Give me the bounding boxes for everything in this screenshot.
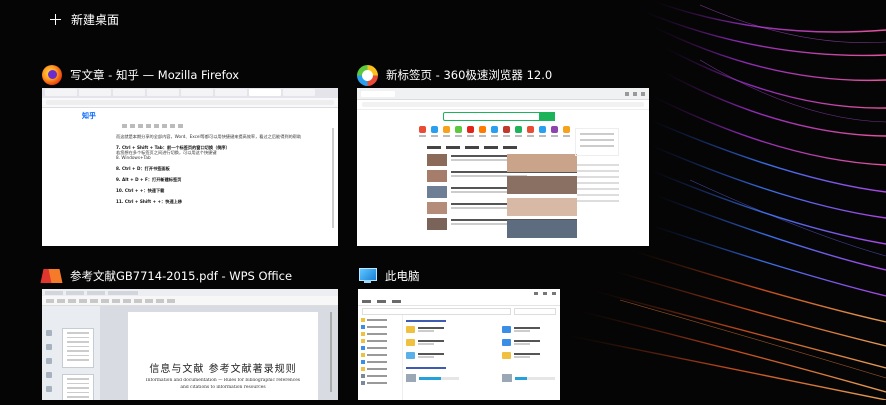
window-preview xyxy=(357,88,649,246)
article-heading-line: 9. Alt + D + F：打开新建标签页 xyxy=(116,177,182,182)
360-browser-icon xyxy=(357,64,378,86)
scrollbar xyxy=(332,128,334,228)
drive-usage-bar xyxy=(515,376,527,380)
article-text-line: 8. Windows+Tab xyxy=(116,155,151,160)
drive-item xyxy=(406,374,486,382)
browser-nav-bar xyxy=(42,98,338,108)
article-heading-line: 11. Ctrl + Shift + +：快速上移 xyxy=(116,199,183,204)
document-english-title-line: and citations to information resources xyxy=(180,385,266,390)
browser-nav-bar xyxy=(357,100,649,110)
news-feed-images xyxy=(507,154,577,242)
window-preview: 信息与文献 参考文献著录规则 Information and documenta… xyxy=(42,289,338,400)
browser-tab-strip xyxy=(42,88,338,98)
new-desktop-button[interactable]: 新建桌面 xyxy=(50,8,119,30)
window-title: 写文章 - 知乎 — Mozilla Firefox xyxy=(70,68,240,82)
this-pc-icon xyxy=(358,268,377,284)
news-feed-tabs xyxy=(427,146,517,149)
section-header-folders xyxy=(406,320,446,322)
window-preview xyxy=(358,289,560,400)
sidebar-tool-icons xyxy=(46,330,54,400)
window-header: 此电脑 xyxy=(358,265,560,287)
side-links xyxy=(577,160,619,206)
window-thumbnail-wps-office[interactable]: 参考文献GB7714-2015.pdf - WPS Office 信息与文献 参… xyxy=(40,265,338,405)
zhihu-header: 知乎 xyxy=(42,108,338,124)
weather-widget xyxy=(575,128,619,156)
article-editor: 而这就是本期分享的全部内容，Word、Excel等都可以用快捷键来提高效率，看过… xyxy=(116,134,314,246)
window-thumbnail-this-pc[interactable]: 此电脑 xyxy=(358,265,560,405)
scrollbar xyxy=(330,312,332,392)
page-thumbnail-panel xyxy=(42,306,100,400)
window-thumbnail-firefox[interactable]: 写文章 - 知乎 — Mozilla Firefox 知乎 而这就是本期分享的全… xyxy=(42,64,338,246)
plus-icon xyxy=(50,13,61,25)
drive-usage-bar xyxy=(419,376,441,380)
document-page: 信息与文献 参考文献著录规则 Information and documenta… xyxy=(128,312,318,400)
firefox-icon xyxy=(42,65,62,85)
document-title: 信息与文献 参考文献著录规则 xyxy=(149,364,297,375)
document-area: 信息与文献 参考文献著录规则 Information and documenta… xyxy=(100,306,338,400)
wps-title-bar xyxy=(42,289,338,296)
wps-toolbar xyxy=(42,296,338,306)
article-text-line: 而这就是本期分享的全部内容，Word、Excel等都可以用快捷键来提高效率，看过… xyxy=(116,134,302,139)
folder-grid xyxy=(406,326,560,359)
window-preview: 知乎 而这就是本期分享的全部内容，Word、Excel等都可以用快捷键来提高效率… xyxy=(42,88,338,246)
explorer-ribbon xyxy=(358,297,560,306)
site-shortcuts xyxy=(419,126,570,133)
zhihu-logo: 知乎 xyxy=(82,112,96,120)
window-title: 参考文献GB7714-2015.pdf - WPS Office xyxy=(70,269,293,283)
explorer-content xyxy=(406,317,560,400)
editor-toolbar xyxy=(122,124,298,130)
article-heading-line: 10. Ctrl + +：快速下载 xyxy=(116,188,165,193)
window-thumbnail-360-browser[interactable]: 新标签页 - 360极速浏览器 12.0 xyxy=(357,64,649,246)
window-title: 此电脑 xyxy=(385,269,420,283)
drive-list xyxy=(406,374,560,382)
window-header: 写文章 - 知乎 — Mozilla Firefox xyxy=(42,64,338,86)
explorer-navigation-pane xyxy=(358,315,403,400)
document-english-title-line: Information and documentation — Rules fo… xyxy=(145,378,301,383)
window-header: 新标签页 - 360极速浏览器 12.0 xyxy=(357,64,649,86)
article-heading-line: 8. Ctrl + D：打开书签面板 xyxy=(116,166,170,171)
page-thumbnail xyxy=(62,328,94,368)
search-box xyxy=(443,112,555,121)
window-header: 参考文献GB7714-2015.pdf - WPS Office xyxy=(40,265,338,287)
new-desktop-label: 新建桌面 xyxy=(71,12,120,27)
window-title: 新标签页 - 360极速浏览器 12.0 xyxy=(386,68,553,82)
wps-icon xyxy=(40,267,63,285)
page-thumbnail xyxy=(62,374,94,400)
browser-tab-strip xyxy=(357,88,649,100)
site-shortcut-labels xyxy=(419,135,570,137)
explorer-title-bar xyxy=(358,289,560,297)
drive-item xyxy=(502,374,560,382)
section-header-drives xyxy=(406,367,446,369)
